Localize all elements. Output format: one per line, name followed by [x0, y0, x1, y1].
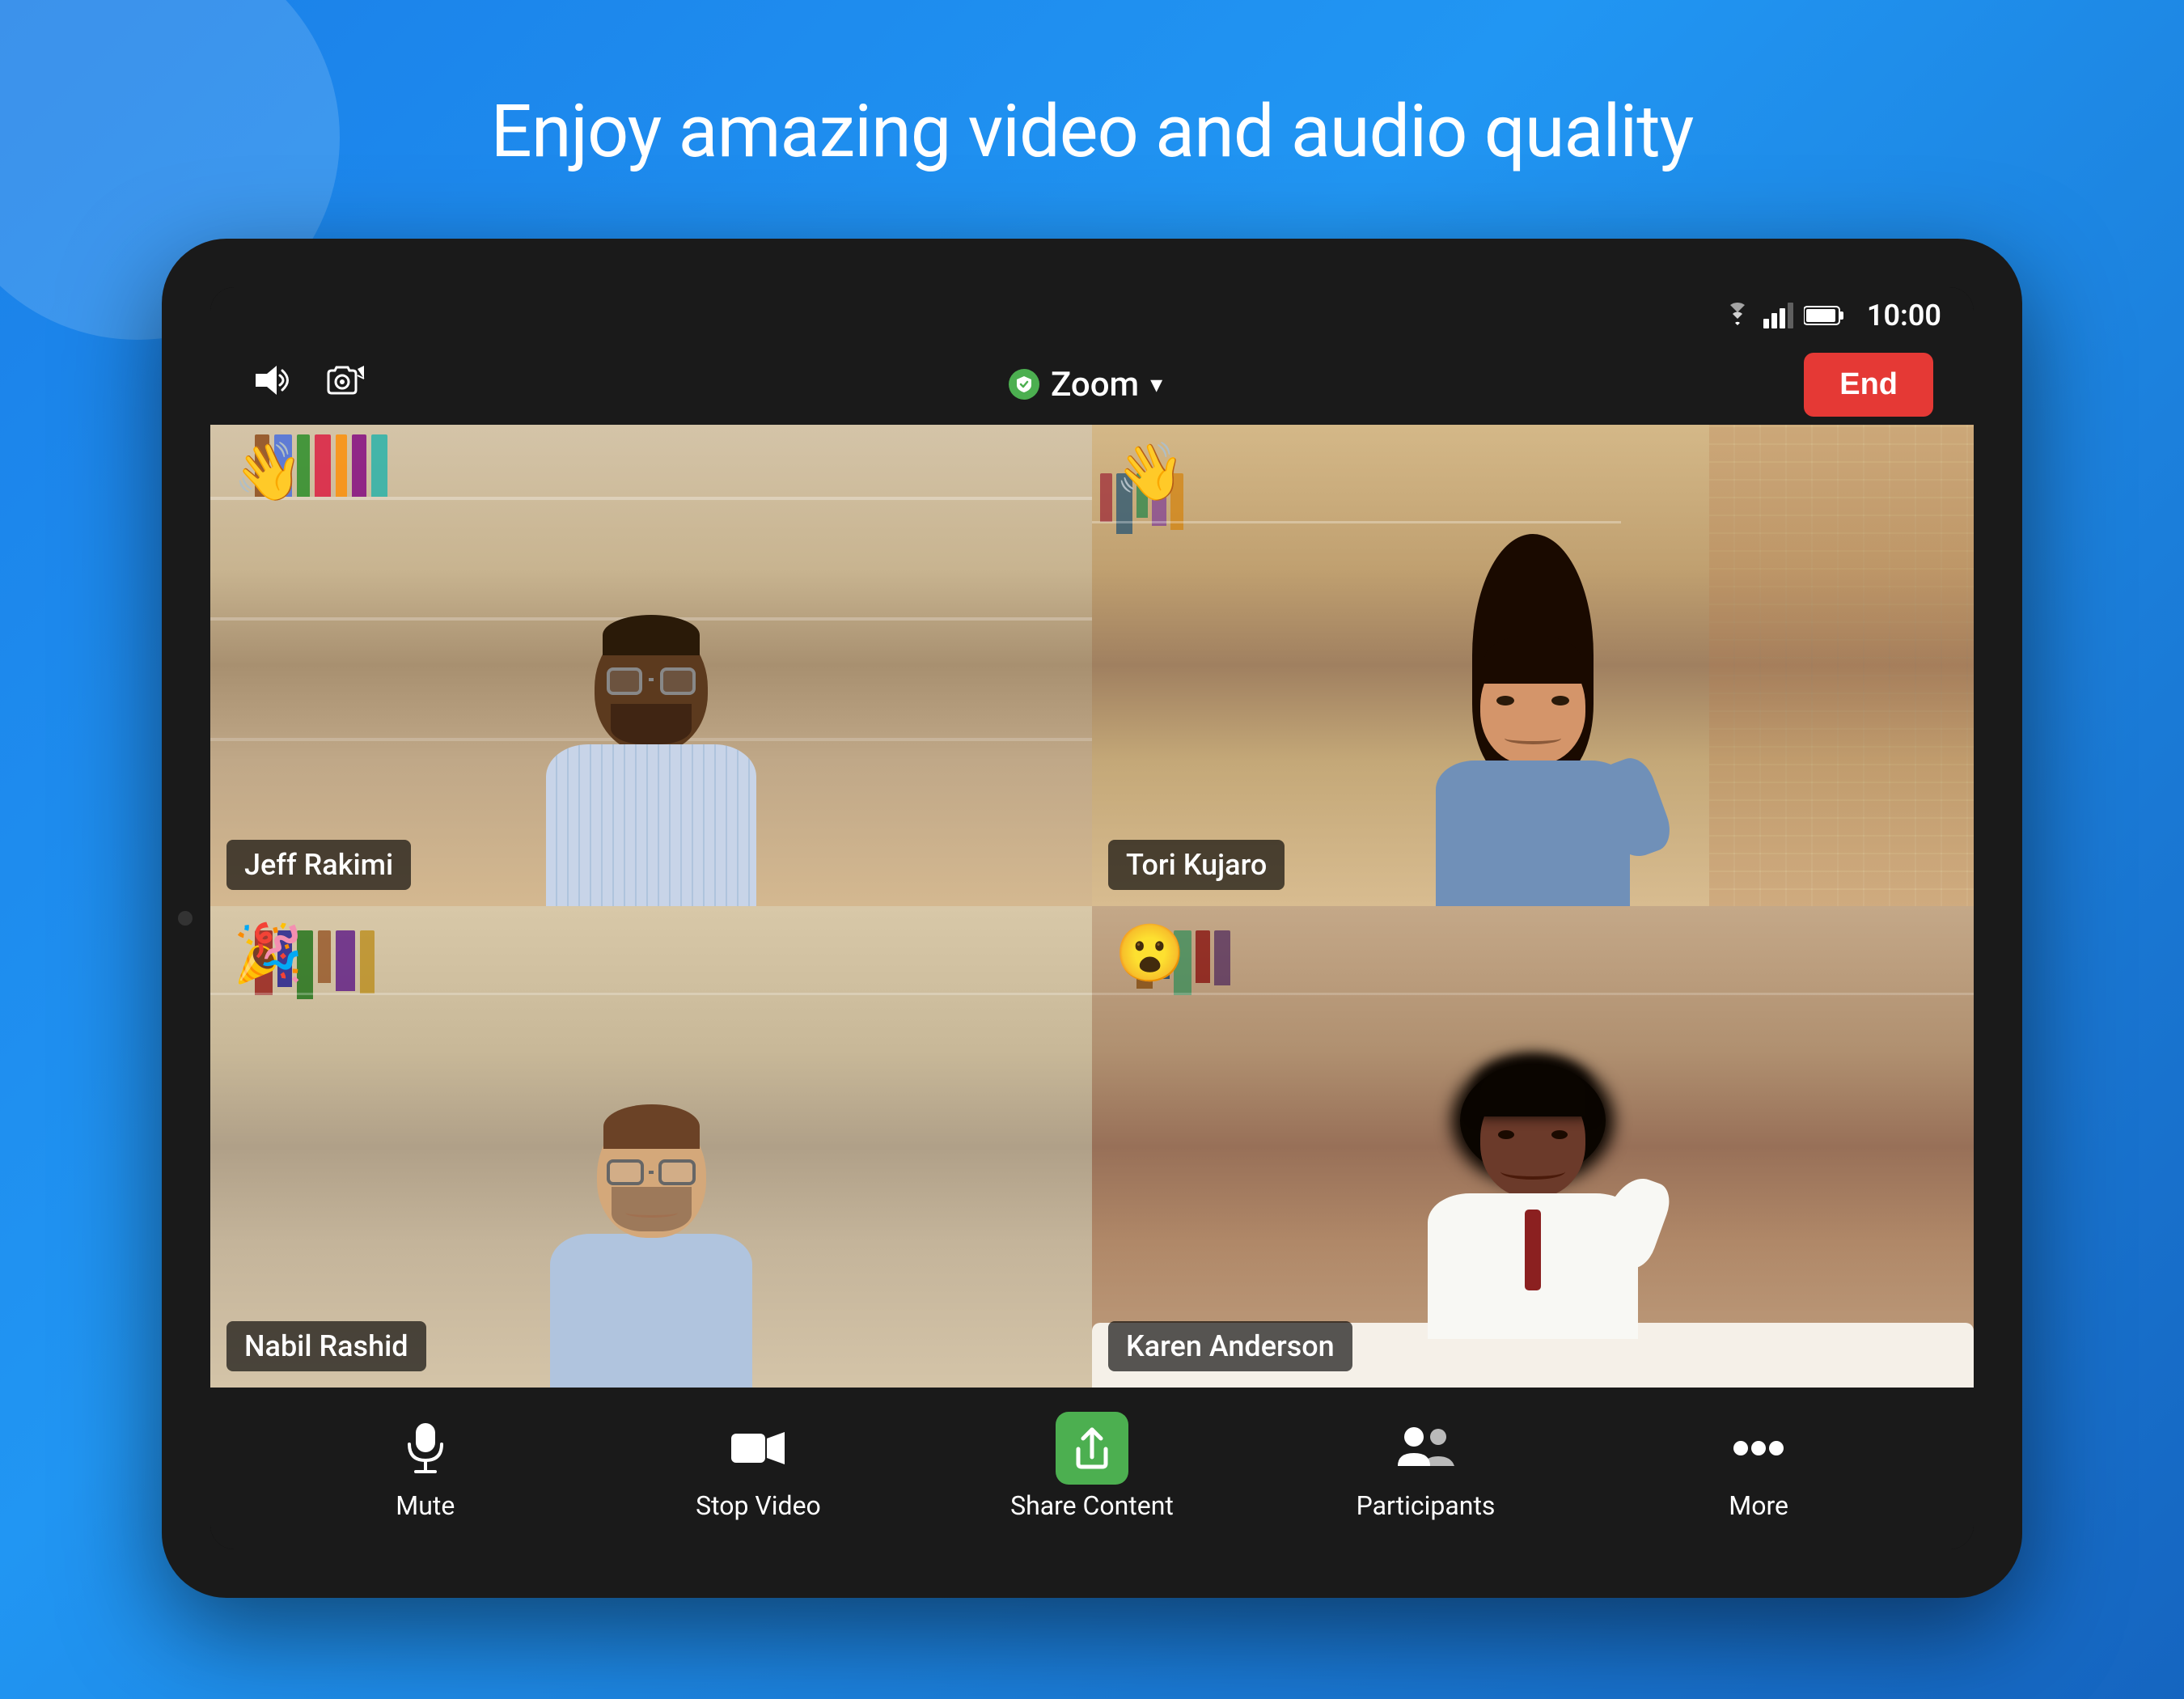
meeting-dropdown-icon[interactable]: ▾ — [1150, 371, 1162, 399]
video-grid: 👋 Jeff Rakimi — [210, 425, 1974, 1388]
participants-icon — [1396, 1416, 1456, 1481]
stop-video-button[interactable]: Stop Video — [677, 1416, 839, 1521]
karen-emoji: 😮 — [1115, 926, 1185, 982]
volume-icon[interactable] — [251, 362, 293, 407]
share-icon-bg — [1056, 1412, 1128, 1485]
tablet-screen: 10:00 — [210, 287, 1974, 1549]
tori-emoji: 👋 — [1115, 444, 1185, 501]
stop-video-label: Stop Video — [696, 1490, 821, 1521]
camera-flip-icon[interactable] — [325, 362, 367, 407]
nabil-emoji: 🎉 — [233, 926, 303, 982]
participant-cell-jeff: 👋 Jeff Rakimi — [210, 425, 1092, 906]
microphone-icon — [403, 1416, 448, 1481]
share-content-label: Share Content — [1010, 1490, 1174, 1521]
more-dots-icon — [1732, 1416, 1785, 1481]
mute-button[interactable]: Mute — [345, 1416, 506, 1521]
page-title: Enjoy amazing video and audio quality — [491, 89, 1694, 174]
signal-icon — [1763, 303, 1794, 328]
zoom-shield-icon — [1009, 369, 1039, 400]
status-bar: 10:00 — [210, 287, 1974, 344]
toolbar: Mute Stop Video — [210, 1388, 1974, 1549]
top-bar: Zoom ▾ End — [210, 344, 1974, 425]
video-camera-icon — [730, 1416, 786, 1481]
participant-cell-tori: 👋 Tori Kujaro — [1092, 425, 1974, 906]
participants-button[interactable]: Participants — [1345, 1416, 1507, 1521]
participants-label: Participants — [1357, 1490, 1496, 1521]
tori-name-label: Tori Kujaro — [1108, 840, 1285, 890]
status-icons: 10:00 — [1721, 299, 1941, 333]
jeff-name-label: Jeff Rakimi — [226, 840, 411, 890]
end-button[interactable]: End — [1804, 353, 1933, 417]
top-bar-left — [251, 362, 367, 407]
share-content-button[interactable]: Share Content — [1010, 1416, 1174, 1521]
meeting-name: Zoom — [1051, 365, 1139, 405]
participant-cell-karen: 😮 Karen Anderson — [1092, 906, 1974, 1388]
share-content-icon — [1056, 1416, 1128, 1481]
status-time: 10:00 — [1867, 299, 1941, 333]
karen-name-label: Karen Anderson — [1108, 1321, 1352, 1371]
participant-cell-nabil: 🎉 Nabil Rashid — [210, 906, 1092, 1388]
more-button[interactable]: More — [1678, 1416, 1839, 1521]
battery-icon — [1804, 305, 1844, 326]
top-bar-center: Zoom ▾ — [1009, 365, 1162, 405]
nabil-name-label: Nabil Rashid — [226, 1321, 426, 1371]
tablet-device: 10:00 — [162, 239, 2022, 1598]
wifi-icon — [1721, 303, 1754, 328]
jeff-emoji: 👋 — [233, 444, 303, 501]
mute-label: Mute — [396, 1490, 455, 1521]
more-label: More — [1729, 1490, 1788, 1521]
